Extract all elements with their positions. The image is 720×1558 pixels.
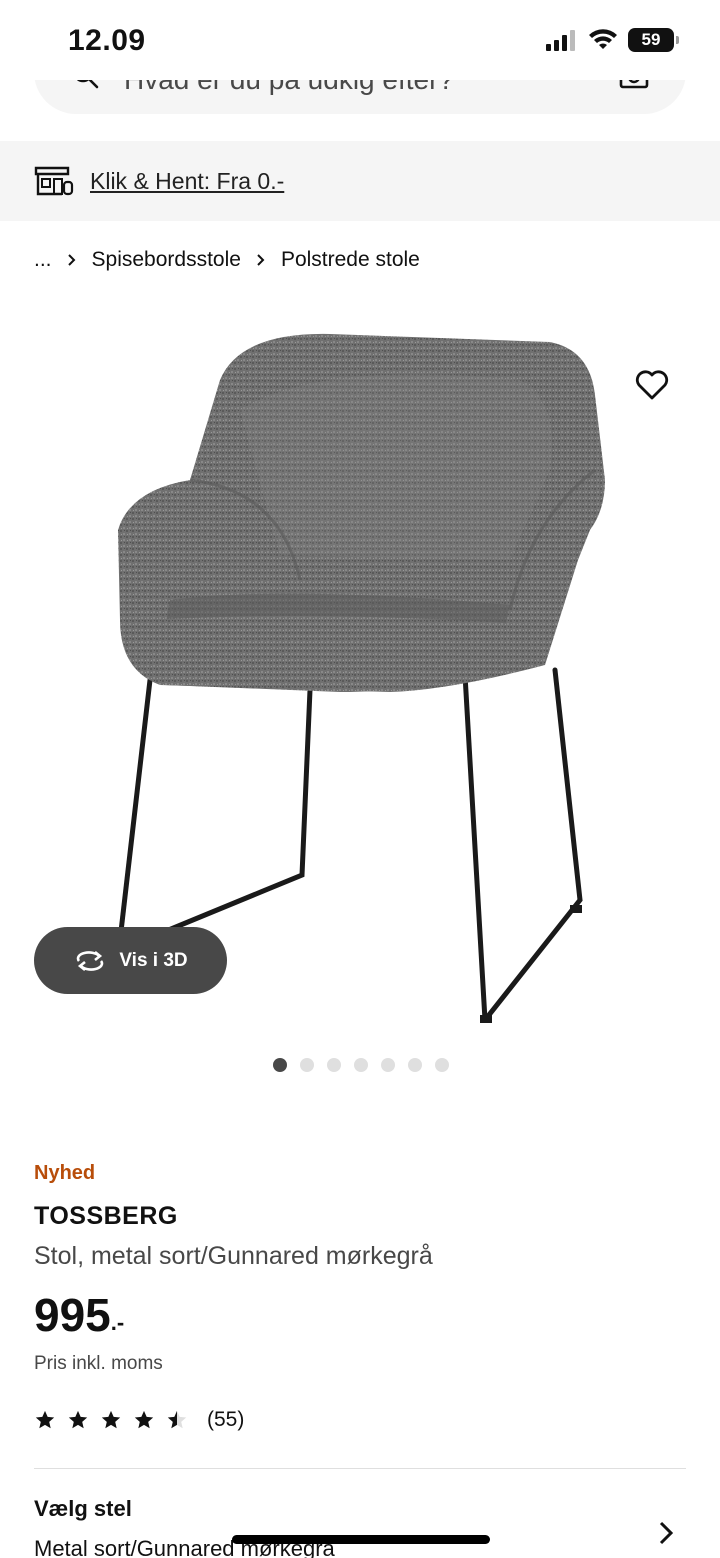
new-badge: Nyhed: [34, 1162, 96, 1184]
chevron-right-icon[interactable]: [656, 1520, 676, 1546]
star-icon: [101, 1410, 121, 1429]
price-amount: 995: [34, 1289, 111, 1341]
image-carousel-indicator: [273, 1058, 449, 1072]
breadcrumb-ellipsis[interactable]: ...: [34, 248, 52, 272]
heart-icon[interactable]: [634, 368, 670, 402]
chevron-right-icon: [66, 253, 78, 267]
price-suffix: .-: [110, 1310, 125, 1335]
chevron-right-icon: [255, 253, 267, 267]
view-3d-button[interactable]: Vis i 3D: [34, 927, 227, 994]
click-collect-banner[interactable]: Klik & Hent: Fra 0.-: [0, 141, 720, 221]
frame-selector-title[interactable]: Vælg stel: [34, 1496, 132, 1522]
star-icon: [35, 1410, 55, 1429]
rating-count: (55): [207, 1408, 245, 1431]
rating[interactable]: (55): [34, 1408, 244, 1432]
product-name: TOSSBERG: [34, 1202, 178, 1230]
carousel-dot[interactable]: [435, 1058, 449, 1072]
carousel-dot[interactable]: [273, 1058, 287, 1072]
breadcrumb-upholstered-chairs[interactable]: Polstrede stole: [281, 248, 420, 272]
store-icon: [34, 166, 74, 196]
signal-icon: [546, 30, 575, 51]
home-indicator: [232, 1535, 490, 1544]
carousel-dot[interactable]: [300, 1058, 314, 1072]
price-note: Pris inkl. moms: [34, 1353, 163, 1374]
breadcrumb: ... Spisebordsstole Polstrede stole: [34, 248, 420, 272]
battery-icon: 59: [628, 28, 679, 52]
status-icons: 59: [546, 28, 679, 52]
status-bar: 12.09 59: [0, 0, 720, 80]
carousel-dot[interactable]: [381, 1058, 395, 1072]
carousel-dot[interactable]: [327, 1058, 341, 1072]
battery-level: 59: [641, 30, 661, 49]
product-description: Stol, metal sort/Gunnared mørkegrå: [34, 1242, 433, 1270]
click-collect-link[interactable]: Klik & Hent: Fra 0.-: [90, 168, 284, 195]
half-star-icon: [167, 1410, 187, 1429]
carousel-dot[interactable]: [408, 1058, 422, 1072]
breadcrumb-dining-chairs[interactable]: Spisebordsstole: [92, 248, 241, 272]
carousel-dot[interactable]: [354, 1058, 368, 1072]
wifi-icon: [589, 29, 617, 49]
product-price: 995 .-: [34, 1288, 124, 1342]
star-icon: [68, 1410, 88, 1429]
star-icon: [134, 1410, 154, 1429]
rotate-3d-icon: [77, 950, 104, 971]
status-time: 12.09: [68, 24, 146, 57]
divider: [34, 1468, 686, 1469]
view-3d-label: Vis i 3D: [119, 949, 188, 971]
